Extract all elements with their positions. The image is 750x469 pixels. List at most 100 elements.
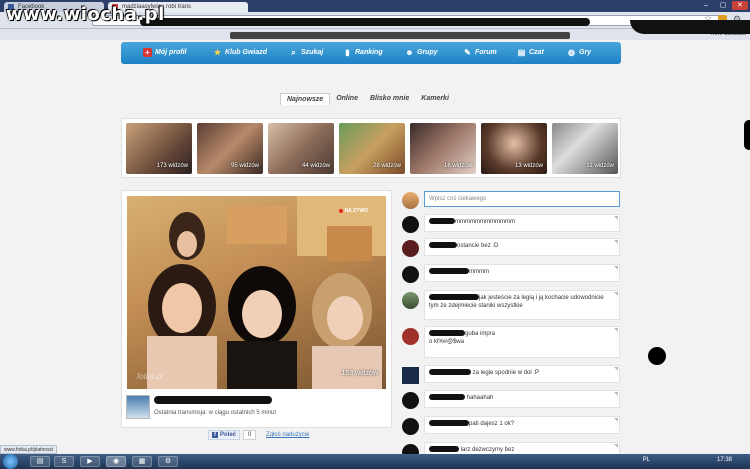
corner-marker	[614, 367, 618, 371]
chrome-icon[interactable]: ◉	[106, 456, 126, 467]
viewer-count: 28 widzów	[372, 163, 401, 169]
corner-marker	[614, 444, 618, 448]
redaction-scribble	[630, 20, 750, 34]
redacted-username	[154, 396, 272, 404]
message-text: za legie spodnie w dol :P	[472, 370, 540, 376]
nav-label: Klub Gwiazd	[225, 49, 267, 56]
live-label: NA ŻYWO	[344, 208, 368, 214]
nav-ranking[interactable]: ▮ Ranking	[343, 48, 383, 57]
skype-icon[interactable]: S	[54, 456, 74, 467]
nav-search[interactable]: ⌕ Szukaj	[289, 48, 323, 57]
nav-games[interactable]: ◍ Gry	[567, 48, 591, 57]
redacted-author	[429, 446, 459, 453]
message-bubble: mmmm	[424, 264, 620, 282]
stream-thumbnail[interactable]: 28 widzów	[339, 123, 405, 174]
tab-nearby[interactable]: Blisko mnie	[364, 93, 415, 105]
message-bubble: ostancie bez :D	[424, 238, 620, 256]
tab-newest[interactable]: Najnowsze	[280, 93, 331, 105]
avatar	[402, 216, 419, 233]
message-text: hahaahah	[466, 395, 494, 401]
message-text: o kl%#@$wa	[429, 339, 465, 345]
viewer-count: 153 widzów	[341, 370, 378, 377]
start-button[interactable]	[3, 454, 18, 469]
redacted-bookmarks	[230, 32, 570, 39]
taskbar: ▤ S ▶ ◉ ▦ ⚙ PL 17:38	[0, 454, 750, 469]
corner-marker	[614, 266, 618, 270]
nav-label: Szukaj	[301, 49, 324, 56]
tab-online[interactable]: Online	[330, 93, 364, 105]
live-dot-icon	[338, 209, 343, 213]
nav-star-club[interactable]: ★ Klub Gwiazd	[213, 48, 267, 57]
last-transmission-text: Ostatnia transmisja: w ciągu ostatnich 5…	[154, 410, 277, 416]
redacted-author	[429, 394, 465, 401]
owner-avatar[interactable]	[126, 395, 150, 419]
message-bubble: mmmmmmmmmmmm	[424, 214, 620, 232]
message-bubble: hahaahah	[424, 390, 620, 408]
maximize-button[interactable]: ▢	[715, 1, 731, 10]
avatar	[402, 367, 419, 384]
nav-label: Czat	[529, 49, 544, 56]
nav-label: Gry	[579, 49, 592, 56]
nav-label: Mój profil	[155, 49, 187, 56]
redaction-scribble	[140, 18, 590, 26]
like-label: Poleć	[220, 432, 237, 438]
filter-tabs: Najnowsze Online Blisko mnie Kamerki	[280, 93, 455, 105]
nav-label: Ranking	[355, 49, 383, 56]
chat-panel: Wpisz coś ciekawego mmmmmmmmmmmm ostanci…	[400, 190, 622, 469]
folder-icon[interactable]: ▦	[132, 456, 152, 467]
chat-icon: ▤	[517, 48, 526, 57]
gamepad-icon: ◍	[568, 48, 575, 57]
media-player-icon[interactable]: ▶	[80, 456, 100, 467]
viewer-count: 11 widzów	[586, 163, 614, 169]
social-actions: f Poleć 0 Zgłoś nadużycie	[208, 430, 309, 440]
explorer-icon[interactable]: ▤	[30, 456, 50, 467]
nav-my-profile[interactable]: + Mój profil	[143, 48, 187, 57]
viewer-count: 173 widzów	[156, 163, 188, 169]
redacted-author	[429, 294, 479, 301]
avatar	[402, 292, 419, 309]
site-navigation: + Mój profil ★ Klub Gwiazd ⌕ Szukaj ▮ Ra…	[121, 42, 621, 64]
minimize-button[interactable]: –	[698, 1, 714, 10]
avatar	[402, 328, 419, 345]
message-bubble: guba impra o kl%#@$wa	[424, 326, 620, 358]
stream-thumbnail[interactable]: 11 widzów	[552, 123, 618, 174]
tab-webcams[interactable]: Kamerki	[415, 93, 455, 105]
bookmark-icon: ▮	[345, 48, 350, 57]
nav-forum[interactable]: ✎ Forum	[463, 48, 497, 57]
viewer-count: 44 widzów	[301, 163, 330, 169]
language-indicator[interactable]: PL	[643, 457, 650, 463]
viewer-count: 95 widzów	[230, 163, 259, 169]
wiocha-watermark: www.wiocha.pl	[6, 4, 165, 25]
stream-thumbnail[interactable]: 44 widzów	[268, 123, 334, 174]
message-text: larz dezwczymy bez	[460, 447, 515, 453]
chat-input[interactable]: Wpisz coś ciekawego	[424, 191, 620, 207]
message-text: mmmm	[469, 269, 489, 275]
video-stream[interactable]: NA ŻYWO fotka.pl 153 widzów	[127, 196, 386, 389]
status-bar: www.fotka.pl/platnosci	[0, 445, 58, 454]
star-icon: ★	[213, 48, 222, 57]
corner-marker	[614, 328, 618, 332]
stream-thumbnail[interactable]: 173 widzów	[126, 123, 192, 174]
pencil-icon: ✎	[464, 48, 471, 57]
stream-thumbnail[interactable]: 13 widzów	[481, 123, 547, 174]
message-text: mmmmmmmmmmmm	[455, 219, 515, 225]
message-text: ostancie bez :D	[457, 243, 499, 249]
nav-groups[interactable]: ☻ Grupy	[405, 48, 438, 57]
avatar	[402, 240, 419, 257]
close-window-button[interactable]: ✕	[732, 1, 748, 10]
steam-icon[interactable]: ⚙	[158, 456, 178, 467]
clock[interactable]: 17:38	[717, 457, 732, 463]
fb-like-button[interactable]: f Poleć	[208, 430, 241, 440]
viewer-count: 16 widzów	[443, 163, 472, 169]
stream-thumbnails: 173 widzów 95 widzów 44 widzów 28 widzów…	[121, 118, 621, 178]
avatar	[402, 266, 419, 283]
stream-thumbnail[interactable]: 95 widzów	[197, 123, 263, 174]
message-bubble: za legie spodnie w dol :P	[424, 365, 620, 383]
stream-thumbnail[interactable]: 16 widzów	[410, 123, 476, 174]
corner-marker	[614, 392, 618, 396]
video-frame-illustration	[147, 196, 386, 389]
nav-chat[interactable]: ▤ Czat	[517, 48, 544, 57]
corner-marker	[614, 240, 618, 244]
nav-label: Grupy	[417, 49, 438, 56]
report-abuse-link[interactable]: Zgłoś nadużycie	[266, 432, 309, 438]
